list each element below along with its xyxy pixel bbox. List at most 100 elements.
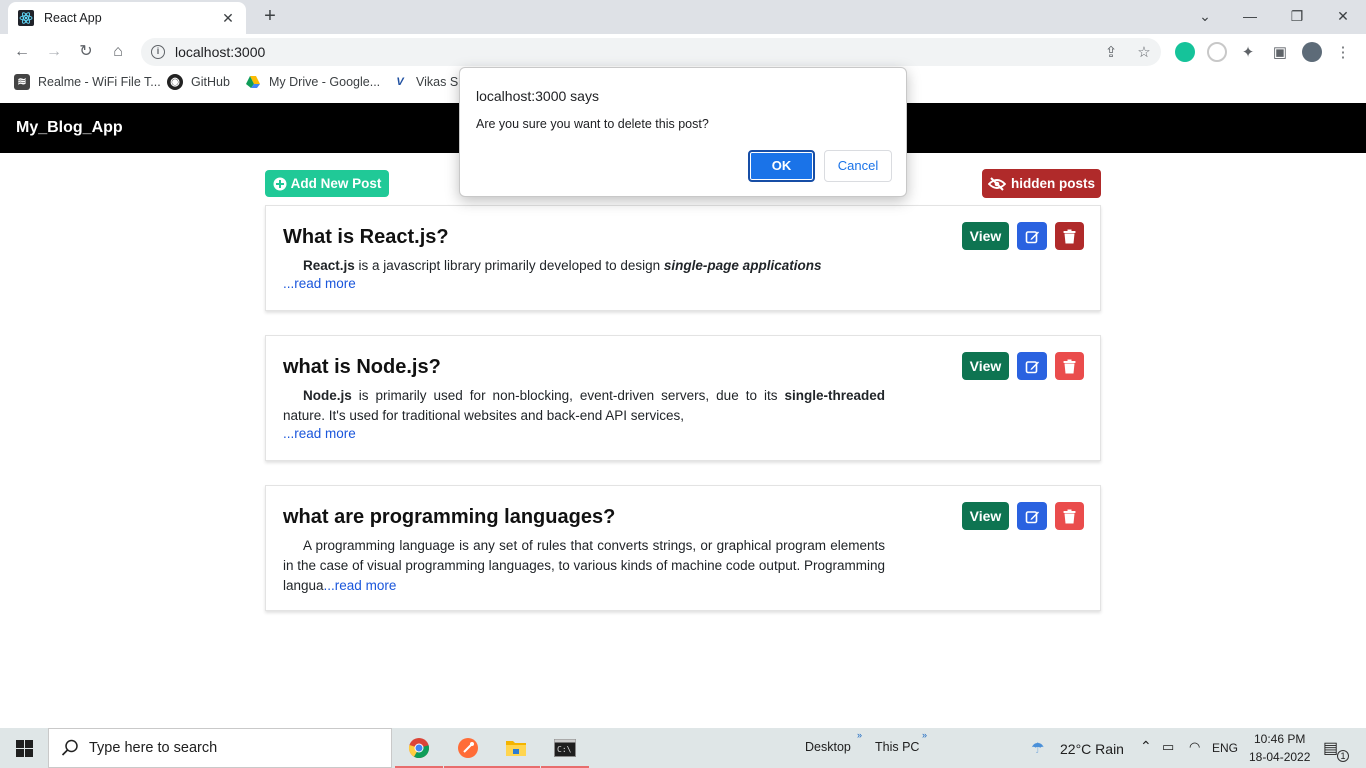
clock-time[interactable]: 10:46 PM	[1254, 732, 1305, 746]
trash-icon	[1063, 509, 1076, 523]
side-panel-icon[interactable]: ▣	[1271, 43, 1289, 61]
taskbar-postman[interactable]	[444, 728, 492, 768]
bookmark-github[interactable]: ◉ GitHub	[167, 74, 230, 90]
post-text: is primarily used for non-blocking, even…	[351, 388, 785, 403]
chevron-right-icon[interactable]: »	[857, 730, 862, 740]
taskbar-file-explorer[interactable]	[492, 728, 540, 768]
hidden-posts-button[interactable]: hidden posts	[982, 169, 1101, 198]
tab-search-chevron-icon[interactable]: ⌄	[1193, 4, 1217, 28]
terminal-icon: C:\	[554, 739, 576, 757]
post-title: what is Node.js?	[283, 356, 441, 378]
taskbar-terminal[interactable]: C:\	[541, 728, 589, 768]
dialog-message: Are you sure you want to delete this pos…	[476, 117, 709, 131]
address-url: localhost:3000	[175, 44, 266, 60]
edit-icon	[1025, 360, 1039, 373]
start-button[interactable]	[0, 728, 48, 768]
show-hidden-icons-chevron-icon[interactable]: ⌃	[1140, 738, 1152, 755]
desktop-toolbar-label[interactable]: Desktop	[805, 740, 851, 754]
address-bar[interactable]: i localhost:3000	[141, 38, 1161, 66]
view-button[interactable]: View	[962, 502, 1009, 530]
tab-close-icon[interactable]: ✕	[220, 10, 236, 27]
post-excerpt: React.js is a javascript library primari…	[283, 256, 885, 276]
delete-button[interactable]	[1055, 352, 1084, 380]
battery-icon[interactable]: ▭	[1162, 739, 1174, 755]
site-info-icon[interactable]: i	[151, 45, 165, 59]
edit-icon	[1025, 230, 1039, 243]
app-brand[interactable]: My_Blog_App	[16, 119, 123, 137]
back-icon[interactable]: ←	[10, 40, 34, 64]
post-card: what is Node.js? Node.js is primarily us…	[265, 335, 1101, 461]
minimize-icon[interactable]: —	[1238, 4, 1262, 28]
close-window-icon[interactable]: ✕	[1331, 4, 1355, 28]
post-emphasis: single-threaded	[784, 388, 885, 403]
post-text: is a javascript library primarily develo…	[354, 258, 664, 273]
cancel-button[interactable]: Cancel	[824, 150, 892, 182]
svg-text:C:\: C:\	[557, 745, 572, 754]
eye-slash-icon	[988, 176, 1006, 191]
wifi-icon[interactable]: ◠	[1189, 739, 1200, 755]
post-card: what are programming languages? A progra…	[265, 485, 1101, 611]
forward-icon[interactable]: →	[42, 40, 66, 64]
language-indicator[interactable]: ENG	[1212, 741, 1238, 755]
add-new-post-button[interactable]: Add New Post	[265, 170, 389, 197]
browser-tab-strip: React App ✕ + ⌄ — ❐ ✕	[0, 0, 1366, 34]
view-button[interactable]: View	[962, 352, 1009, 380]
folder-icon	[506, 741, 526, 756]
post-title: What is React.js?	[283, 226, 449, 248]
read-more-link[interactable]: ...read more	[283, 276, 356, 291]
edit-button[interactable]	[1017, 352, 1047, 380]
trash-icon	[1063, 229, 1076, 243]
v-icon: V	[396, 76, 404, 88]
notification-icon[interactable]: ▤	[1323, 738, 1338, 758]
delete-button[interactable]	[1055, 222, 1084, 250]
delete-button[interactable]	[1055, 502, 1084, 530]
clock-date[interactable]: 18-04-2022	[1249, 750, 1310, 764]
weather-text[interactable]: 22°C Rain	[1060, 741, 1124, 757]
weather-rain-icon: ☂	[1031, 740, 1045, 757]
browser-menu-icon[interactable]: ⋮	[1334, 43, 1352, 61]
grammarly-extension-icon[interactable]	[1175, 42, 1195, 62]
browser-toolbar: ← → ↻ ⌂ i localhost:3000 ⇪ ☆ ✦ ▣ ⋮	[0, 34, 1366, 70]
search-icon	[61, 739, 78, 756]
edit-button[interactable]	[1017, 502, 1047, 530]
edit-button[interactable]	[1017, 222, 1047, 250]
read-more-link[interactable]: ...read more	[324, 578, 397, 593]
extension-icon[interactable]	[1207, 42, 1227, 62]
bookmark-drive[interactable]: My Drive - Google...	[245, 74, 380, 90]
wifi-icon: ≋	[14, 74, 30, 90]
restore-icon[interactable]: ❐	[1285, 4, 1309, 28]
bookmark-label: My Drive - Google...	[269, 75, 381, 89]
tab-title: React App	[44, 11, 102, 25]
post-emphasis: single-page applications	[663, 258, 822, 273]
extensions-puzzle-icon[interactable]: ✦	[1239, 43, 1257, 61]
post-actions: View	[962, 222, 1084, 250]
post-title: what are programming languages?	[283, 506, 616, 528]
ok-button[interactable]: OK	[748, 150, 815, 182]
read-more-link[interactable]: ...read more	[283, 426, 356, 441]
browser-tab[interactable]: React App ✕	[8, 2, 246, 34]
windows-logo-icon	[15, 739, 33, 757]
reload-icon[interactable]: ↻	[74, 40, 98, 64]
windows-taskbar: Type here to search C:\ Desktop » This P…	[0, 728, 1366, 768]
chrome-icon	[408, 738, 430, 759]
home-icon[interactable]: ⌂	[106, 40, 130, 64]
thispc-toolbar-label[interactable]: This PC	[875, 740, 919, 754]
share-icon[interactable]: ⇪	[1102, 43, 1120, 61]
plus-circle-icon	[273, 177, 287, 190]
bookmark-realme[interactable]: ≋ Realme - WiFi File T...	[14, 74, 161, 90]
post-keyword: React.js	[303, 258, 355, 273]
new-tab-button[interactable]: +	[258, 5, 282, 29]
post-excerpt: Node.js is primarily used for non-blocki…	[283, 386, 885, 426]
taskbar-search-box[interactable]: Type here to search	[48, 728, 392, 768]
post-actions: View	[962, 502, 1084, 530]
chevron-right-icon[interactable]: »	[922, 730, 927, 740]
post-card: What is React.js? React.js is a javascri…	[265, 205, 1101, 311]
profile-avatar[interactable]	[1302, 42, 1322, 62]
edit-icon	[1025, 510, 1039, 523]
taskbar-chrome[interactable]	[395, 728, 443, 768]
bookmark-vikas[interactable]: V Vikas Sh	[392, 74, 465, 90]
post-text: nature. It's used for traditional websit…	[283, 408, 685, 423]
github-icon: ◉	[167, 74, 183, 90]
bookmark-star-icon[interactable]: ☆	[1135, 43, 1153, 61]
view-button[interactable]: View	[962, 222, 1009, 250]
